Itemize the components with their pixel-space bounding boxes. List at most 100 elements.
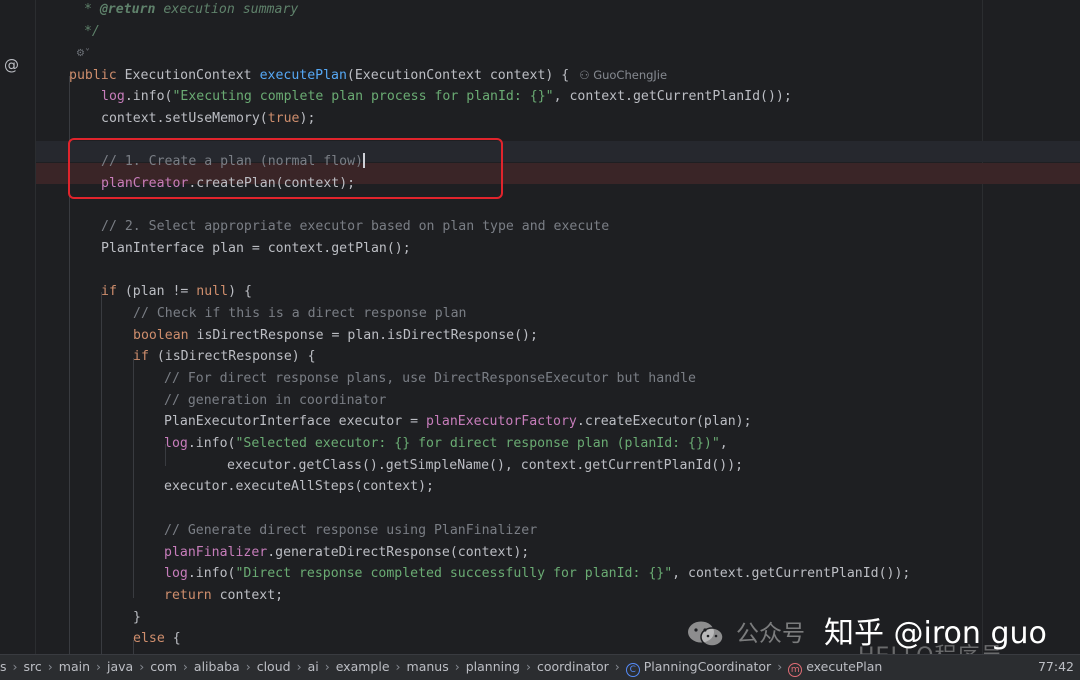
code-line[interactable]: // Generate direct response using PlanFi… xyxy=(164,520,537,542)
code-line[interactable]: public ExecutionContext executePlan(Exec… xyxy=(69,64,667,86)
breadcrumb-item[interactable]: com xyxy=(150,659,177,674)
code-token: if xyxy=(101,284,125,300)
user-icon: ⚇ xyxy=(579,68,594,83)
code-token: PlanExecutorInterface executor = xyxy=(164,414,427,430)
code-line[interactable]: } xyxy=(133,607,141,629)
code-editor[interactable]: @ * @return execution summary */ ⚙˅ public… xyxy=(0,0,1080,654)
code-token: @return xyxy=(99,2,156,17)
code-line[interactable]: * @return execution summary xyxy=(76,0,298,21)
breadcrumb-item[interactable]: planning xyxy=(466,659,520,674)
code-token: boolean xyxy=(133,327,197,343)
code-token: execution summary xyxy=(155,2,299,17)
chevron-right-icon: › xyxy=(777,659,783,674)
code-line[interactable]: // For direct response plans, use Direct… xyxy=(164,368,696,390)
breadcrumb-item[interactable]: example xyxy=(336,659,390,674)
code-token: // Check if this is a direct response pl… xyxy=(133,305,467,321)
breadcrumb-item[interactable]: main xyxy=(59,659,90,674)
author-inlay-hint: ⚇ GuoChengJie xyxy=(579,68,667,82)
code-line[interactable]: context.setUseMemory(true); xyxy=(101,108,315,130)
code-line[interactable]: log.info("Executing complete plan proces… xyxy=(101,86,792,108)
breadcrumb-item[interactable]: coordinator xyxy=(537,659,609,674)
code-line[interactable]: // generation in coordinator xyxy=(164,390,386,412)
chevron-right-icon: › xyxy=(296,659,302,674)
code-token: return xyxy=(164,587,220,603)
breadcrumb-item[interactable]: cloud xyxy=(257,659,291,674)
watermark-text-zhihu: 知乎 @iron guo xyxy=(824,616,1047,651)
code-token: "Direct response completed successfully … xyxy=(235,566,673,582)
code-token: executor.getClass().getSimpleName(), con… xyxy=(227,457,744,473)
breadcrumb-class[interactable]: PlanningCoordinator xyxy=(644,659,771,674)
code-token: if xyxy=(133,349,157,365)
code-token: planFinalizer xyxy=(164,544,268,560)
code-line[interactable]: else { xyxy=(133,628,181,650)
code-token: planExecutorFactory xyxy=(426,414,577,430)
code-token: "Selected executor: {} for direct respon… xyxy=(235,436,720,451)
code-line[interactable]: log.info("Selected executor: {} for dire… xyxy=(164,433,728,455)
method-icon: m xyxy=(788,663,803,677)
chevron-right-icon: › xyxy=(525,659,531,674)
status-bar: s › src › main › java › com › alibaba › cloud › ai › exa… xyxy=(0,654,1080,680)
code-token: , xyxy=(719,436,728,451)
chevron-right-icon: › xyxy=(245,659,251,674)
code-token: , context.getCurrentPlanId()); xyxy=(553,88,792,104)
code-token: ExecutionContext xyxy=(124,68,260,84)
code-line[interactable]: boolean isDirectResponse = plan.isDirect… xyxy=(133,325,538,347)
breadcrumb-item[interactable]: ai xyxy=(308,659,319,674)
code-token: } xyxy=(133,609,141,625)
chevron-right-icon: › xyxy=(614,659,620,674)
chevron-right-icon: › xyxy=(96,659,101,674)
author-name: GuoChengJie xyxy=(593,68,668,83)
highlight-box xyxy=(68,138,503,199)
breadcrumb-item[interactable]: src xyxy=(24,659,42,674)
wechat-icon xyxy=(688,621,724,647)
code-line[interactable]: if (isDirectResponse) { xyxy=(133,346,316,368)
breadcrumb-item[interactable]: s xyxy=(0,659,7,674)
chevron-right-icon: › xyxy=(182,659,188,674)
chevron-right-icon: › xyxy=(12,659,18,674)
breadcrumb-method[interactable]: executePlan xyxy=(806,659,882,674)
breadcrumb-item[interactable]: java xyxy=(107,659,133,674)
breadcrumb: s › src › main › java › com › alibaba › cloud › ai › exa… xyxy=(0,655,882,680)
code-line[interactable]: log.info("Direct response completed succ… xyxy=(164,563,910,585)
code-token: PlanInterface plan = context.getPlan(); xyxy=(101,240,411,256)
code-token: "Executing complete plan process for pla… xyxy=(172,88,554,104)
code-line[interactable]: PlanInterface plan = context.getPlan(); xyxy=(101,238,411,260)
code-token: // generation in coordinator xyxy=(164,392,387,408)
code-token: { xyxy=(172,631,181,647)
code-token: (plan != xyxy=(124,284,197,300)
override-gutter-marker[interactable]: @ xyxy=(4,56,19,74)
code-token: log xyxy=(101,88,125,104)
code-token: * xyxy=(76,2,100,17)
code-line[interactable]: PlanExecutorInterface executor = planExe… xyxy=(164,411,752,433)
code-token: ); xyxy=(299,110,316,126)
code-line[interactable]: // Check if this is a direct response pl… xyxy=(133,303,466,325)
code-line[interactable]: if (plan != null) { xyxy=(101,281,252,303)
code-token: .info( xyxy=(124,88,173,104)
code-line[interactable]: return context; xyxy=(164,585,283,607)
code-token: else xyxy=(133,631,173,647)
code-line[interactable]: */ xyxy=(76,21,100,43)
breadcrumb-item[interactable]: manus xyxy=(407,659,449,674)
indent-guide xyxy=(133,358,134,598)
breadcrumb-item[interactable]: alibaba xyxy=(194,659,240,674)
code-line[interactable]: executor.getClass().getSimpleName(), con… xyxy=(227,455,743,477)
code-token: , context.getCurrentPlanId()); xyxy=(672,566,911,582)
code-token: .info( xyxy=(187,436,236,451)
code-token: true xyxy=(267,110,300,126)
code-line[interactable]: planFinalizer.generateDirectResponse(con… xyxy=(164,542,529,564)
code-token: (ExecutionContext context) { xyxy=(346,68,570,84)
code-token: (isDirectResponse) { xyxy=(156,349,316,365)
cursor-position[interactable]: 77:42 xyxy=(1038,655,1074,679)
chevron-right-icon: › xyxy=(324,659,330,674)
code-token: public xyxy=(69,68,125,84)
code-line[interactable]: executor.executeAllSteps(context); xyxy=(164,476,434,498)
indent-guide xyxy=(101,292,102,654)
code-token: // For direct response plans, use Direct… xyxy=(164,370,696,386)
code-line[interactable]: // 2. Select appropriate executor based … xyxy=(101,216,609,238)
fold-toggle-icon[interactable]: ⚙˅ xyxy=(76,48,90,59)
code-token: isDirectResponse = plan.isDirectResponse… xyxy=(196,327,538,343)
gutter-separator xyxy=(35,0,36,654)
code-token: */ xyxy=(76,23,100,39)
code-line[interactable]: ⚙˅ xyxy=(76,42,90,64)
code-token: .info( xyxy=(187,566,236,582)
